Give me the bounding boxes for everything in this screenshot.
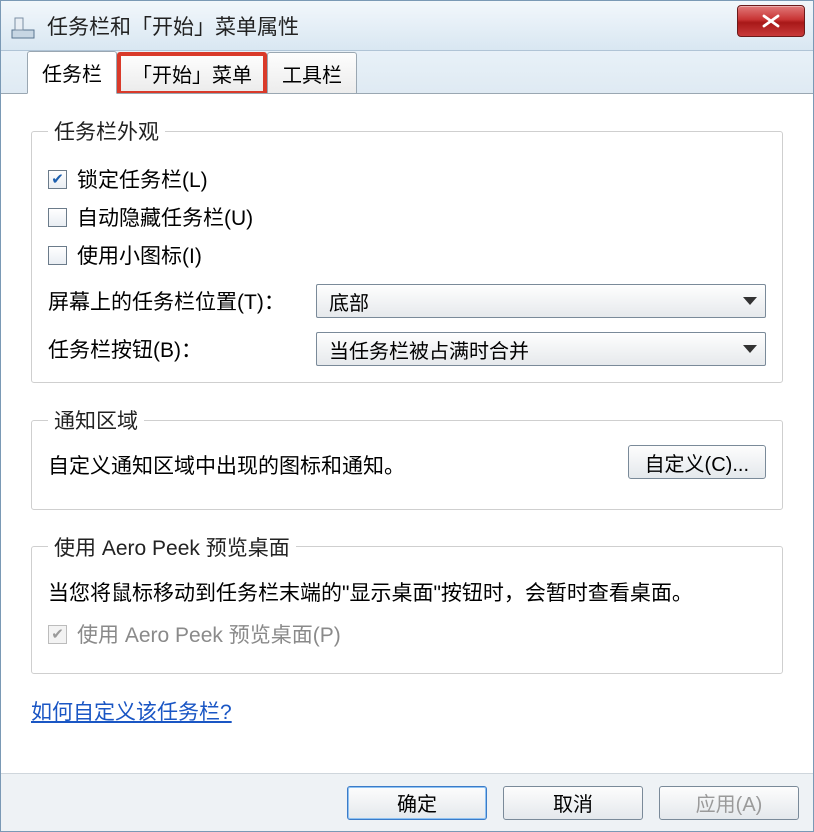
- checkbox-autohide[interactable]: [48, 208, 67, 227]
- option-aero-peek: ✔ 使用 Aero Peek 预览桌面(P): [48, 619, 766, 649]
- help-link[interactable]: 如何自定义该任务栏?: [31, 701, 232, 724]
- titlebar[interactable]: 任务栏和「开始」菜单属性: [1, 1, 813, 51]
- row-position: 屏幕上的任务栏位置(T)： 底部: [48, 284, 766, 318]
- aero-description: 当您将鼠标移动到任务栏末端的"显示桌面"按钮时，会暂时查看桌面。: [48, 578, 766, 610]
- group-appearance-legend: 任务栏外观: [48, 116, 165, 146]
- checkbox-small-icons[interactable]: [48, 246, 67, 265]
- group-appearance: 任务栏外观 ✔ 锁定任务栏(L) 自动隐藏任务栏(U) 使用小图标(I) 屏幕上…: [31, 116, 783, 383]
- select-position[interactable]: 底部: [316, 284, 766, 318]
- option-lock-taskbar[interactable]: ✔ 锁定任务栏(L): [48, 164, 766, 194]
- close-icon: [761, 14, 781, 28]
- window-title: 任务栏和「开始」菜单属性: [47, 11, 299, 41]
- label-position: 屏幕上的任务栏位置(T)：: [48, 286, 316, 316]
- chevron-down-icon: [743, 345, 757, 353]
- client-area: 任务栏 「开始」菜单 工具栏 任务栏外观 ✔ 锁定任务栏(L) 自动隐藏任务栏(…: [1, 51, 813, 831]
- select-buttons-value: 当任务栏被占满时合并: [329, 335, 529, 364]
- group-aero-legend: 使用 Aero Peek 预览桌面: [48, 532, 296, 562]
- dialog-footer: 确定 取消 应用(A): [1, 773, 813, 831]
- option-autohide[interactable]: 自动隐藏任务栏(U): [48, 202, 766, 232]
- row-buttons: 任务栏按钮(B)： 当任务栏被占满时合并: [48, 332, 766, 366]
- tab-start-menu[interactable]: 「开始」菜单: [117, 52, 267, 95]
- label-aero-peek: 使用 Aero Peek 预览桌面(P): [77, 619, 341, 649]
- window-icon: [9, 12, 37, 40]
- group-aero-peek: 使用 Aero Peek 预览桌面 当您将鼠标移动到任务栏末端的"显示桌面"按钮…: [31, 532, 783, 675]
- chevron-down-icon: [743, 297, 757, 305]
- label-autohide: 自动隐藏任务栏(U): [77, 202, 253, 232]
- select-position-value: 底部: [329, 287, 369, 316]
- checkbox-aero-peek: ✔: [48, 625, 67, 644]
- cancel-button[interactable]: 取消: [503, 786, 643, 820]
- select-buttons[interactable]: 当任务栏被占满时合并: [316, 332, 766, 366]
- tab-strip: 任务栏 「开始」菜单 工具栏: [1, 51, 813, 93]
- close-button[interactable]: [737, 5, 805, 37]
- label-small-icons: 使用小图标(I): [77, 240, 202, 270]
- tab-panel-taskbar: 任务栏外观 ✔ 锁定任务栏(L) 自动隐藏任务栏(U) 使用小图标(I) 屏幕上…: [1, 93, 813, 773]
- tab-toolbars[interactable]: 工具栏: [267, 52, 357, 94]
- ok-button[interactable]: 确定: [347, 786, 487, 820]
- tab-taskbar[interactable]: 任务栏: [27, 51, 117, 94]
- group-notify-legend: 通知区域: [48, 405, 144, 435]
- group-notify: 通知区域 自定义通知区域中出现的图标和通知。 自定义(C)...: [31, 405, 783, 510]
- label-buttons: 任务栏按钮(B)：: [48, 334, 316, 364]
- checkbox-lock[interactable]: ✔: [48, 170, 67, 189]
- dialog-window: 任务栏和「开始」菜单属性 任务栏 「开始」菜单 工具栏 任务栏外观 ✔ 锁定任务…: [0, 0, 814, 832]
- notify-description: 自定义通知区域中出现的图标和通知。: [48, 451, 405, 483]
- apply-button[interactable]: 应用(A): [659, 786, 799, 820]
- option-small-icons[interactable]: 使用小图标(I): [48, 240, 766, 270]
- label-lock: 锁定任务栏(L): [77, 164, 208, 194]
- customize-button[interactable]: 自定义(C)...: [628, 445, 766, 479]
